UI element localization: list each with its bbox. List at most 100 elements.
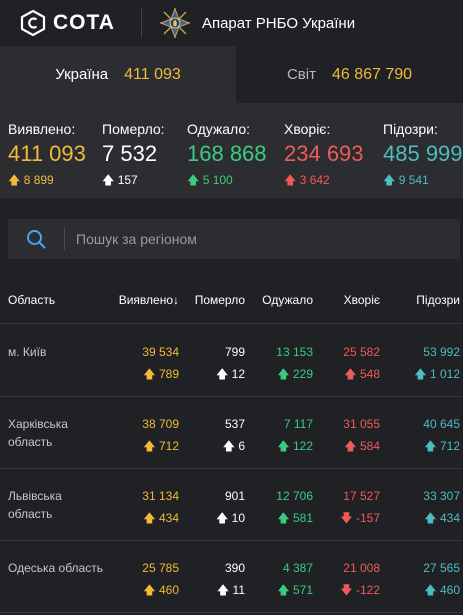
table-header: Область Виявлено↓ Померло Одужало Хворіє… bbox=[0, 278, 463, 324]
stat-sick: Хворіє: 234 693 🡅 3 642 bbox=[284, 121, 364, 192]
cell-delta-value: 1 012 bbox=[429, 367, 460, 381]
stat-delta: 🡅 9 541 bbox=[383, 171, 463, 192]
region-name: Харківська область bbox=[8, 417, 68, 449]
arrow-up-icon: 🡅 bbox=[215, 511, 232, 525]
stat-label: Одужало: bbox=[187, 121, 251, 137]
arrow-up-icon: 🡅 bbox=[277, 439, 293, 453]
arrow-up-icon: 🡅 bbox=[277, 511, 293, 525]
cell-delta-value: 712 bbox=[158, 439, 179, 453]
column-header-recovered[interactable]: Одужало bbox=[262, 293, 313, 307]
search-icon[interactable] bbox=[25, 228, 47, 250]
tab-world-label: Світ bbox=[286, 66, 316, 83]
arrow-up-icon: 🡅 bbox=[216, 583, 233, 597]
cota-logo[interactable]: COTA bbox=[20, 0, 115, 46]
cell-delta: 🡅 12 bbox=[216, 365, 245, 383]
tab-ukraine[interactable]: Україна 411 093 bbox=[0, 46, 236, 103]
stat-value: 411 093 bbox=[8, 141, 86, 166]
arrow-up-icon: 🡅 bbox=[284, 173, 297, 187]
cell-value: 901 bbox=[224, 489, 245, 503]
cell-value: 17 527 bbox=[343, 489, 380, 503]
tab-ukraine-value: 411 093 bbox=[124, 65, 181, 83]
arrow-up-icon: 🡅 bbox=[215, 367, 232, 381]
cell-delta-value: 434 bbox=[439, 511, 460, 525]
column-header-suspected[interactable]: Підозри bbox=[416, 293, 460, 307]
cell-value: 13 153 bbox=[276, 345, 313, 359]
cell-delta-value: 6 bbox=[238, 439, 245, 453]
stat-delta: 🡅 157 bbox=[102, 171, 165, 192]
cell-delta-value: 434 bbox=[158, 511, 179, 525]
cell-delta: 🡇 -122 bbox=[340, 581, 380, 599]
arrow-up-icon: 🡅 bbox=[187, 173, 200, 187]
cell-suspected: 33 307 🡅 434 bbox=[423, 487, 460, 527]
tab-world-value: 46 867 790 bbox=[331, 65, 413, 83]
cell-delta: 🡅 460 bbox=[423, 581, 460, 599]
cell-confirmed: 31 134 🡅 434 bbox=[142, 487, 179, 527]
cell-suspected: 27 565 🡅 460 bbox=[423, 559, 460, 599]
cell-recovered: 12 706 🡅 581 bbox=[276, 487, 313, 527]
search-divider bbox=[64, 228, 65, 250]
cell-value: 25 582 bbox=[343, 345, 380, 359]
column-header-region[interactable]: Область bbox=[8, 293, 55, 307]
cell-deaths: 390 🡅 11 bbox=[217, 559, 245, 599]
cell-delta: 🡅 460 bbox=[142, 581, 179, 599]
column-header-confirmed[interactable]: Виявлено↓ bbox=[119, 293, 179, 307]
stat-deaths: Померло: 7 532 🡅 157 bbox=[102, 121, 165, 192]
app-header: COTA Апарат РНБО України bbox=[0, 0, 463, 46]
cell-delta-value: 12 bbox=[231, 367, 245, 381]
cell-delta: 🡅 11 bbox=[217, 581, 245, 599]
region-name: м. Київ bbox=[8, 345, 47, 359]
cell-value: 40 645 bbox=[423, 417, 460, 431]
cell-value: 31 134 bbox=[142, 489, 179, 503]
arrow-up-icon: 🡅 bbox=[414, 367, 430, 381]
stat-confirmed: Виявлено: 411 093 🡅 8 899 bbox=[8, 121, 86, 192]
region-search bbox=[8, 219, 460, 259]
cell-value: 12 706 bbox=[276, 489, 313, 503]
column-header-label: Виявлено bbox=[118, 293, 173, 307]
region-name: Львівська область bbox=[8, 489, 62, 521]
table-row[interactable]: Львівська область 31 134 🡅 434 901 🡅 10 12 70… bbox=[0, 469, 463, 541]
cell-delta-value: 460 bbox=[158, 583, 179, 597]
cell-delta: 🡅 571 bbox=[277, 581, 313, 599]
cell-delta-value: 11 bbox=[232, 583, 245, 597]
table-row[interactable]: м. Київ 39 534 🡅 789 799 🡅 12 13 153 🡅 229 25 5… bbox=[0, 325, 463, 397]
cell-delta: 🡅 229 bbox=[276, 365, 313, 383]
cell-recovered: 13 153 🡅 229 bbox=[276, 343, 313, 383]
sort-arrow-icon: ↓ bbox=[173, 293, 179, 307]
table-row[interactable]: Одеська область 25 785 🡅 460 390 🡅 11 4 387 🡅 … bbox=[0, 541, 463, 613]
arrow-up-icon: 🡅 bbox=[383, 173, 396, 187]
cell-value: 21 008 bbox=[343, 561, 380, 575]
search-input[interactable] bbox=[76, 231, 436, 247]
arrow-up-icon: 🡅 bbox=[143, 367, 159, 381]
stat-suspected: Підозри: 485 999 🡅 9 541 bbox=[383, 121, 463, 192]
cell-value: 799 bbox=[224, 345, 245, 359]
cell-delta-value: -122 bbox=[355, 583, 380, 597]
arrow-up-icon: 🡅 bbox=[277, 367, 293, 381]
cota-logo-icon bbox=[20, 10, 46, 36]
arrow-up-icon: 🡅 bbox=[424, 439, 440, 453]
cell-value: 39 534 bbox=[142, 345, 179, 359]
arrow-down-icon: 🡇 bbox=[340, 583, 356, 597]
cell-delta: 🡅 712 bbox=[142, 437, 179, 455]
cell-value: 4 387 bbox=[282, 561, 313, 575]
cell-value: 537 bbox=[224, 417, 245, 431]
cell-value: 33 307 bbox=[423, 489, 460, 503]
arrow-up-icon: 🡅 bbox=[424, 511, 440, 525]
cell-value: 27 565 bbox=[423, 561, 460, 575]
table-row[interactable]: Харківська область 38 709 🡅 712 537 🡅 6 7 117… bbox=[0, 397, 463, 469]
cell-confirmed: 38 709 🡅 712 bbox=[142, 415, 179, 455]
header-divider bbox=[140, 8, 142, 38]
cell-sick: 17 527 🡇 -157 bbox=[340, 487, 380, 527]
arrow-up-icon: 🡅 bbox=[143, 583, 159, 597]
arrow-up-icon: 🡅 bbox=[277, 583, 293, 597]
column-header-deaths[interactable]: Померло bbox=[195, 293, 245, 307]
stat-recovered: Одужало: 168 868 🡅 5 100 bbox=[187, 121, 267, 192]
cell-value: 390 bbox=[224, 561, 245, 575]
cell-value: 25 785 bbox=[142, 561, 179, 575]
cell-delta-value: 712 bbox=[439, 439, 460, 453]
cell-deaths: 799 🡅 12 bbox=[216, 343, 245, 383]
stat-value: 234 693 bbox=[284, 141, 364, 166]
tab-ukraine-label: Україна bbox=[55, 66, 109, 83]
cell-suspected: 40 645 🡅 712 bbox=[423, 415, 460, 455]
column-header-sick[interactable]: Хворіє bbox=[344, 293, 380, 307]
tab-world[interactable]: Світ 46 867 790 bbox=[236, 46, 463, 103]
